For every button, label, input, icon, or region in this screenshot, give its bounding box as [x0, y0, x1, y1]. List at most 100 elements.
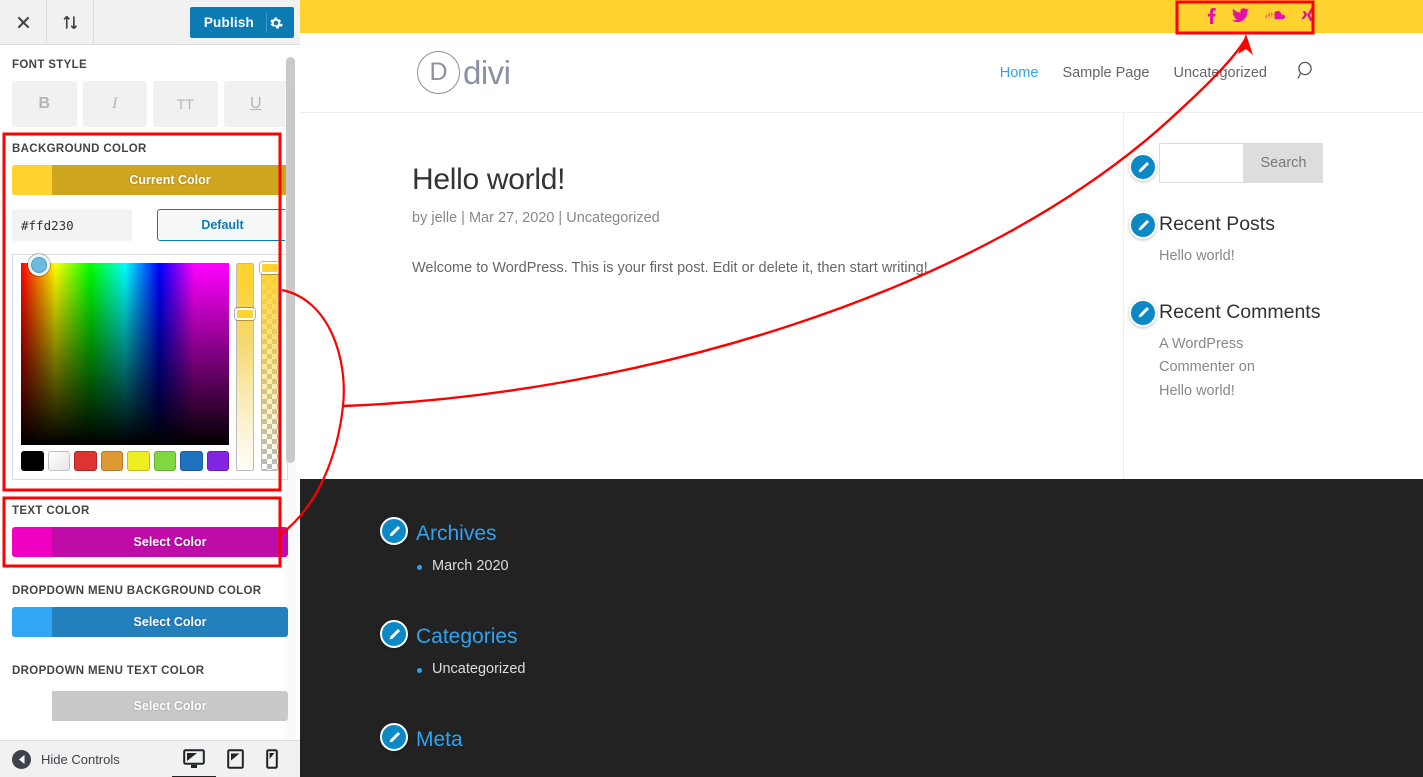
xing-icon[interactable] [1301, 7, 1315, 26]
footer-widget-title[interactable]: Meta [416, 729, 1423, 750]
text-color-label: TEXT COLOR [12, 505, 90, 517]
site-preview: D divi Home Sample Page Uncategorized He… [300, 0, 1423, 777]
publish-button[interactable]: Publish [189, 7, 294, 38]
widget-recent-posts: Recent Posts Hello world! [1124, 211, 1423, 269]
underline-button[interactable]: U [223, 81, 288, 127]
preset-swatch-orange[interactable] [100, 451, 123, 471]
list-item[interactable]: March 2020 [417, 558, 1423, 574]
search-submit-button[interactable]: Search [1244, 143, 1323, 183]
uppercase-button[interactable]: TT [153, 81, 218, 127]
footer-widget-archives: Archives March 2020 [380, 517, 1423, 574]
italic-button[interactable]: I [82, 81, 147, 127]
color-swatch [12, 527, 52, 557]
dropdown-text-color-label: DROPDOWN MENU TEXT COLOR [12, 665, 205, 677]
default-button[interactable]: Default [157, 209, 288, 241]
widget-title: Recent Comments [1159, 300, 1321, 323]
post-meta: by jelle | Mar 27, 2020 | Uncategorized [412, 210, 660, 226]
main-navigation: Home Sample Page Uncategorized [1000, 61, 1316, 85]
preset-swatch-green[interactable] [153, 451, 176, 471]
customizer-toolbar: Publish [0, 0, 300, 45]
footer-widget-list: March 2020 [416, 558, 1423, 574]
customizer-scrollbar[interactable] [286, 57, 295, 463]
soundcloud-icon[interactable] [1265, 9, 1285, 24]
close-icon[interactable] [0, 0, 47, 44]
alpha-slider[interactable] [260, 262, 280, 471]
preset-swatch-row [21, 451, 229, 471]
alpha-slider-handle[interactable] [260, 262, 280, 274]
site-logo[interactable]: D divi [417, 51, 511, 94]
facebook-icon[interactable] [1207, 7, 1216, 27]
mobile-icon[interactable] [266, 749, 278, 769]
dropdown-text-color-button[interactable]: Select Color [12, 691, 288, 721]
site-top-bar [300, 0, 1423, 33]
preset-swatch-yellow[interactable] [127, 451, 150, 471]
sort-arrows-icon[interactable] [47, 0, 94, 44]
saturation-handle[interactable] [28, 254, 50, 276]
footer-widget-title[interactable]: Archives [416, 523, 1423, 544]
scrollbar-thumb[interactable] [286, 57, 295, 463]
hue-slider-handle[interactable] [235, 308, 255, 320]
preset-swatch-white[interactable] [47, 451, 70, 471]
device-preview-buttons [183, 749, 300, 769]
edit-pencil-icon[interactable] [1129, 298, 1157, 327]
nav-item-home[interactable]: Home [1000, 65, 1039, 81]
dropdown-bg-color-control: DROPDOWN MENU BACKGROUND COLOR Select Co… [0, 557, 300, 637]
dropdown-bg-color-label: DROPDOWN MENU BACKGROUND COLOR [12, 585, 262, 597]
post-title: Hello world! [412, 163, 566, 196]
dropdown-bg-color-button[interactable]: Select Color [12, 607, 288, 637]
widget-recent-comments: Recent Comments A WordPress Commenter on… [1124, 298, 1423, 404]
preset-swatch-red[interactable] [74, 451, 97, 471]
color-swatch [12, 165, 52, 195]
widget-title: Recent Posts [1159, 213, 1275, 235]
customizer-footer: Hide Controls [0, 740, 300, 777]
gear-icon[interactable] [266, 12, 294, 33]
edit-pencil-icon[interactable] [1129, 153, 1157, 181]
font-style-control: FONT STYLE B I TT U [0, 45, 300, 127]
chevron-left-icon [12, 749, 31, 769]
edit-pencil-icon[interactable] [380, 620, 408, 648]
hide-controls-label: Hide Controls [41, 751, 120, 767]
nav-item-sample-page[interactable]: Sample Page [1062, 65, 1149, 81]
footer-widget-meta: Meta [380, 723, 1423, 751]
edit-pencil-icon[interactable] [380, 517, 408, 545]
site-sidebar: Search Recent Posts Hello world! Recent … [1123, 113, 1423, 511]
customizer-controls[interactable]: FONT STYLE B I TT U BACKGROUND COLOR Cur… [0, 45, 300, 740]
desktop-icon[interactable] [183, 749, 205, 769]
widget-item: A WordPress Commenter on Hello world! [1159, 335, 1255, 399]
preset-swatch-purple[interactable] [206, 451, 229, 471]
current-color-button[interactable]: Current Color [12, 165, 288, 195]
search-icon[interactable] [1297, 61, 1316, 85]
content-area: Hello world! by jelle | Mar 27, 2020 | U… [300, 113, 1423, 511]
widget-search: Search [1124, 143, 1423, 183]
edit-pencil-icon[interactable] [1129, 211, 1157, 239]
color-swatch [12, 607, 52, 637]
site-footer: Archives March 2020 Categories Uncategor… [300, 479, 1423, 777]
footer-widget-list: Uncategorized [416, 661, 1423, 677]
nav-item-uncategorized[interactable]: Uncategorized [1174, 65, 1268, 81]
hex-color-input[interactable] [12, 209, 132, 241]
widget-item[interactable]: Hello world! [1159, 245, 1423, 269]
text-color-button[interactable]: Select Color [12, 527, 288, 557]
text-color-control: TEXT COLOR Select Color [0, 480, 300, 557]
color-picker[interactable] [12, 254, 288, 480]
edit-pencil-icon[interactable] [380, 723, 408, 751]
bold-button[interactable]: B [12, 81, 77, 127]
list-item[interactable]: Uncategorized [417, 661, 1423, 677]
dropdown-text-color-control: DROPDOWN MENU TEXT COLOR Select Color [0, 637, 300, 721]
post-body: Welcome to WordPress. This is your first… [412, 260, 928, 276]
footer-widget-categories: Categories Uncategorized [380, 620, 1423, 677]
saturation-value-area[interactable] [21, 254, 229, 445]
hide-controls-button[interactable]: Hide Controls [12, 749, 120, 769]
background-color-label: BACKGROUND COLOR [12, 143, 147, 155]
site-header: D divi Home Sample Page Uncategorized [300, 33, 1423, 113]
footer-widget-title[interactable]: Categories [416, 626, 1423, 647]
hue-slider[interactable] [235, 263, 255, 471]
preset-swatch-blue[interactable] [180, 451, 203, 471]
preset-swatch-black[interactable] [21, 451, 44, 471]
social-icon-group [1207, 0, 1315, 33]
twitter-icon[interactable] [1232, 7, 1249, 26]
search-input[interactable] [1159, 143, 1244, 183]
tablet-icon[interactable] [227, 749, 244, 769]
search-form: Search [1159, 143, 1423, 183]
logo-mark: D [417, 51, 460, 94]
